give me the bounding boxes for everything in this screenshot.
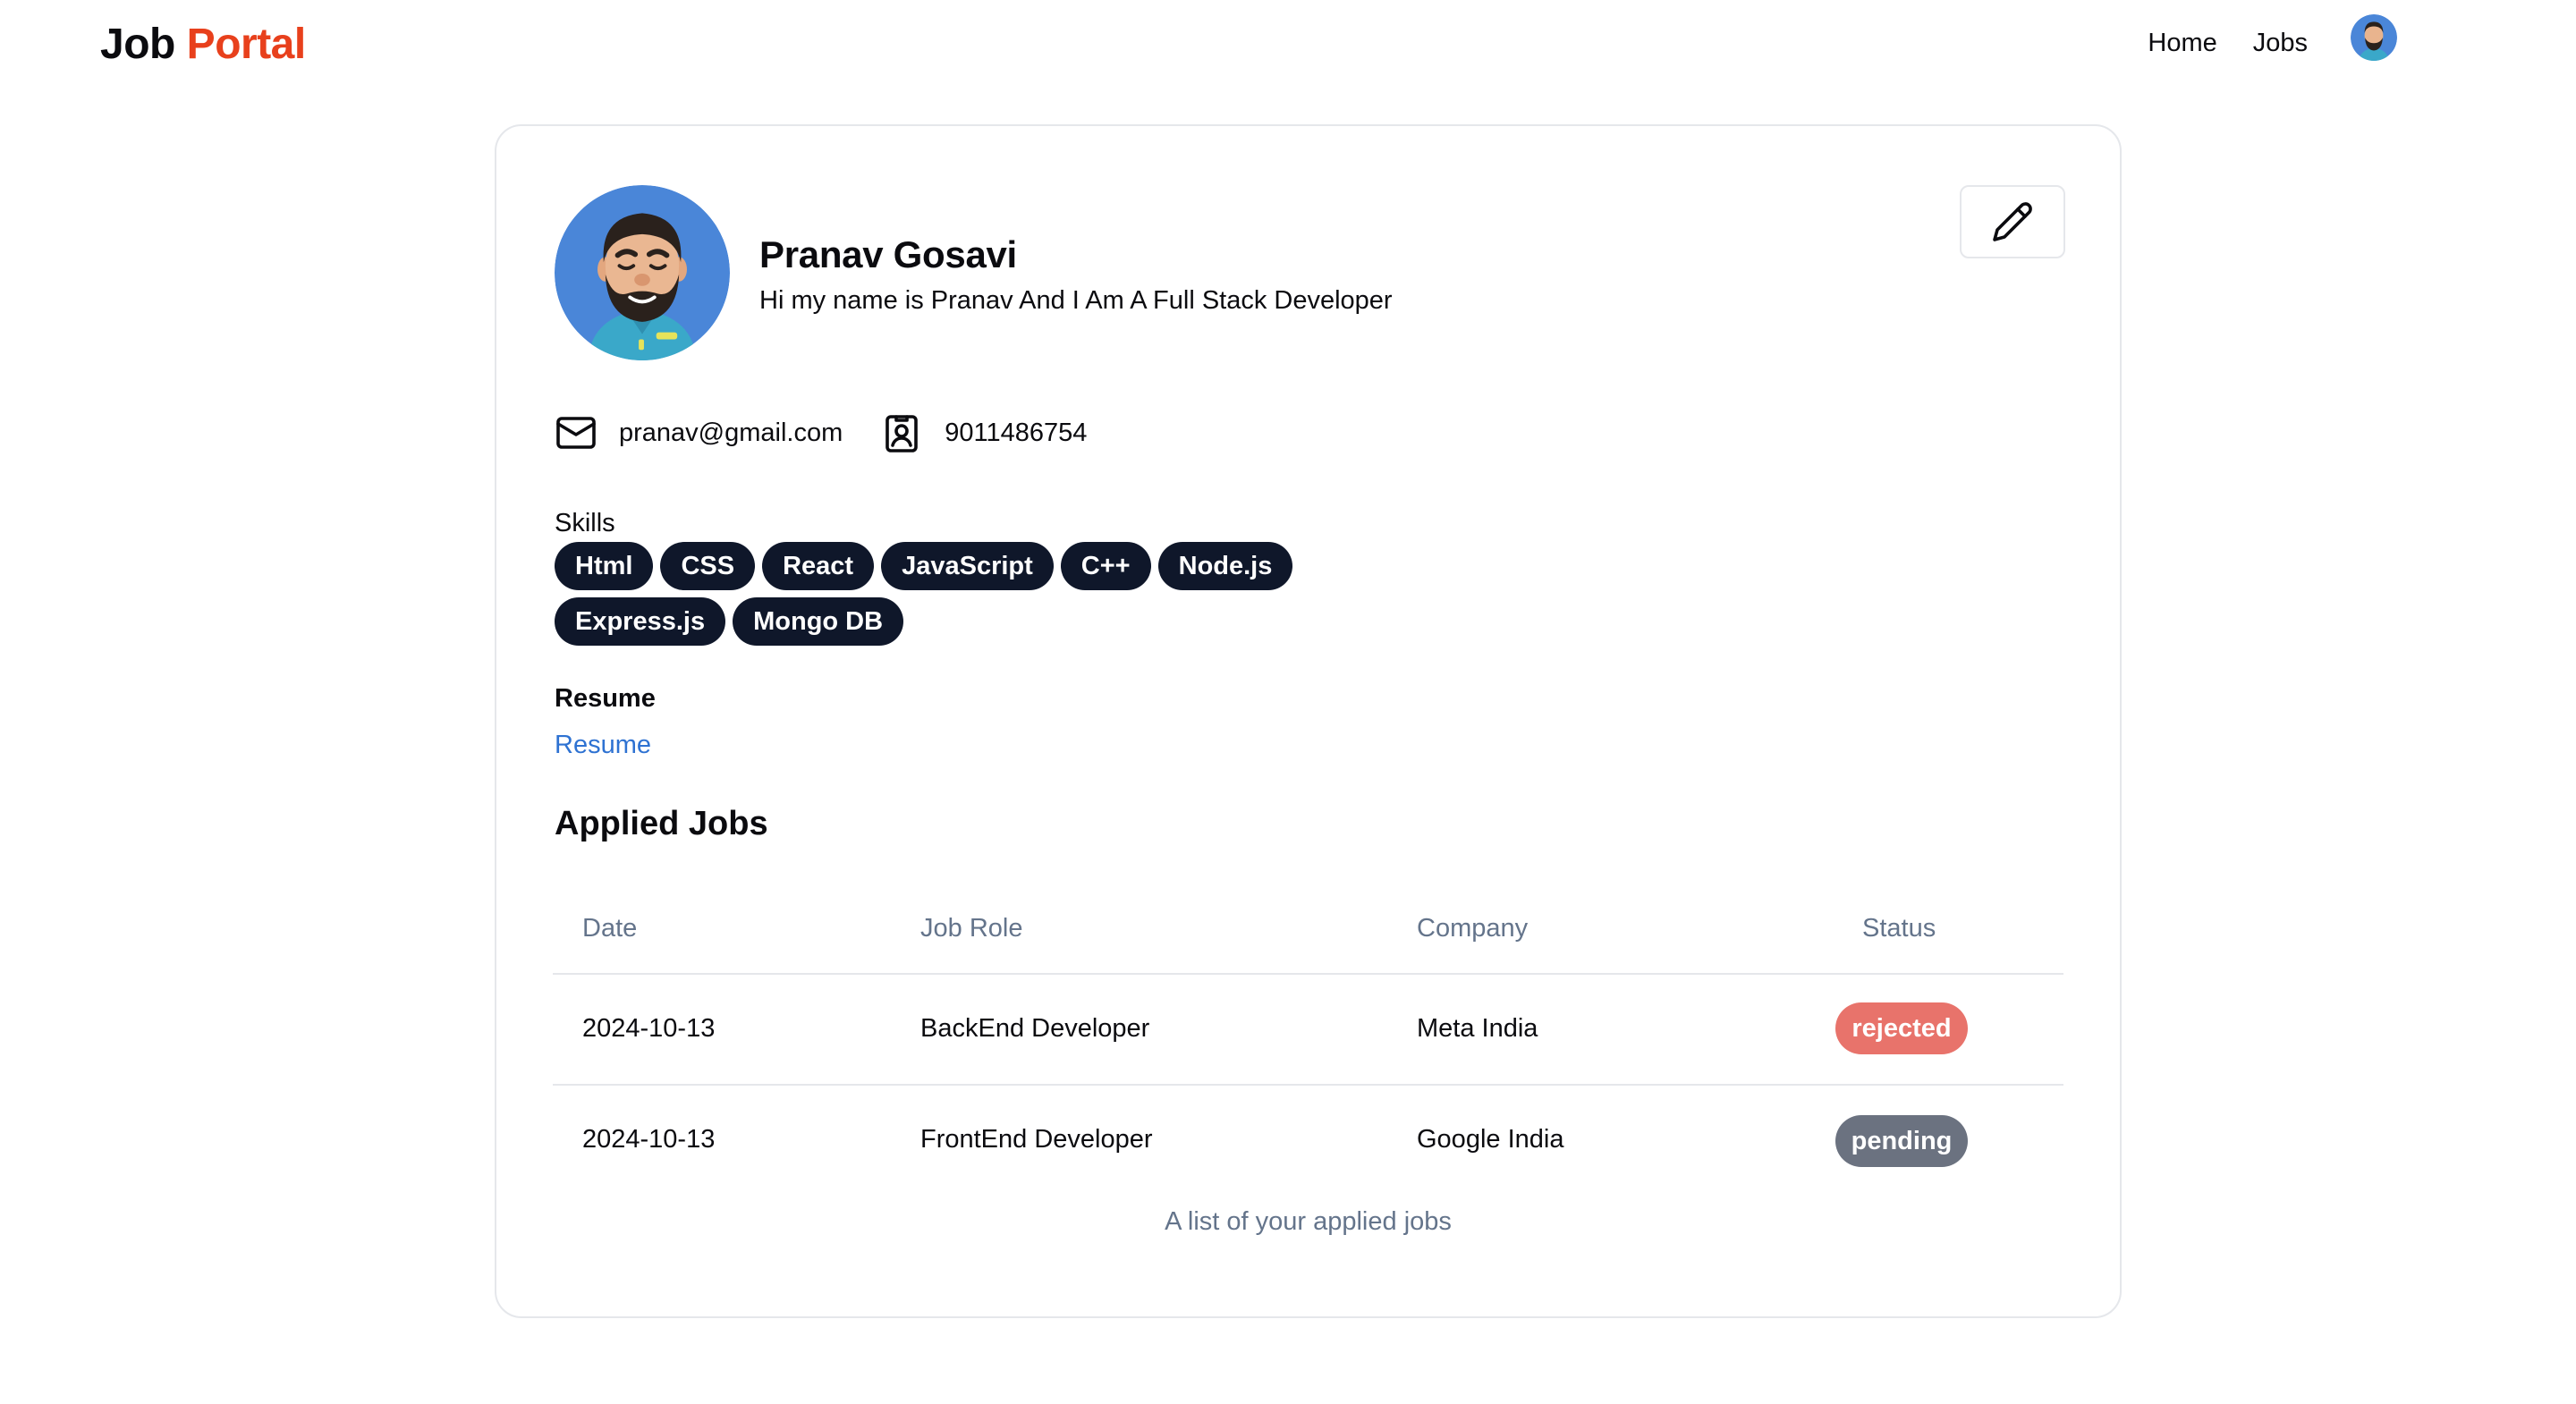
navbar: Job Portal Home Jobs <box>0 0 2576 89</box>
logo-main: Job <box>100 21 187 68</box>
skill-badge: CSS <box>660 542 756 590</box>
logo-accent: Portal <box>186 21 307 68</box>
phone-text: 9011486754 <box>945 419 1088 447</box>
edit-profile-button[interactable] <box>1960 185 2065 258</box>
profile-avatar <box>555 185 730 360</box>
skill-badge: JavaScript <box>881 542 1054 590</box>
cell-company: Google India <box>1417 1125 1564 1154</box>
skill-badge: Node.js <box>1157 542 1293 590</box>
column-header-status[interactable]: Status <box>1862 910 1936 946</box>
pencil-icon <box>1993 202 2032 241</box>
skill-badge: Mongo DB <box>733 597 904 646</box>
cell-company: Meta India <box>1417 1014 1538 1043</box>
table-header: Date Job Role Company Status <box>553 876 2063 975</box>
skill-badge: Express.js <box>555 597 726 646</box>
table-row[interactable]: 2024-10-13 FrontEnd Developer Google Ind… <box>553 1086 2063 1197</box>
contact-row: pranav@gmail.com 9011486754 <box>555 410 1087 455</box>
resume-link[interactable]: Resume <box>555 727 651 763</box>
mail-icon <box>555 411 597 454</box>
skill-badge: Html <box>555 542 654 590</box>
user-avatar-icon[interactable] <box>2351 14 2397 61</box>
status-badge-pending: pending <box>1835 1115 1968 1167</box>
cell-date: 2024-10-13 <box>582 1125 716 1154</box>
logo[interactable]: Job Portal <box>100 18 306 72</box>
applied-jobs-title: Applied Jobs <box>555 805 768 842</box>
profile-name: Pranav Gosavi <box>759 233 1017 275</box>
column-header-date[interactable]: Date <box>582 910 637 946</box>
skills-list: Html CSS React JavaScript C++ Node.js Ex… <box>555 542 1360 646</box>
table-row[interactable]: 2024-10-13 BackEnd Developer Meta India … <box>553 975 2063 1086</box>
page: Job Portal Home Jobs Pranav Gosavi Hi my… <box>0 0 2576 1404</box>
skill-badge: React <box>762 542 875 590</box>
contact-card-icon <box>880 411 923 454</box>
email-text: pranav@gmail.com <box>619 419 843 447</box>
nav-links: Home Jobs <box>2148 25 2308 61</box>
nav-link-jobs[interactable]: Jobs <box>2253 25 2308 61</box>
nav-link-home[interactable]: Home <box>2148 25 2216 61</box>
profile-bio: Hi my name is Pranav And I Am A Full Sta… <box>759 286 1393 315</box>
status-badge-rejected: rejected <box>1835 1002 1968 1054</box>
skill-badge: C++ <box>1060 542 1151 590</box>
skills-label: Skills <box>555 509 615 537</box>
resume-label: Resume <box>555 684 656 713</box>
cell-job-role: BackEnd Developer <box>920 1014 1150 1043</box>
cell-date: 2024-10-13 <box>582 1014 716 1043</box>
table-caption: A list of your applied jobs <box>1165 1207 1452 1236</box>
phone-item: 9011486754 <box>880 411 1087 454</box>
email-item: pranav@gmail.com <box>555 411 843 454</box>
cell-job-role: FrontEnd Developer <box>920 1125 1153 1154</box>
column-header-job-role[interactable]: Job Role <box>920 910 1022 946</box>
column-header-company[interactable]: Company <box>1417 910 1528 946</box>
